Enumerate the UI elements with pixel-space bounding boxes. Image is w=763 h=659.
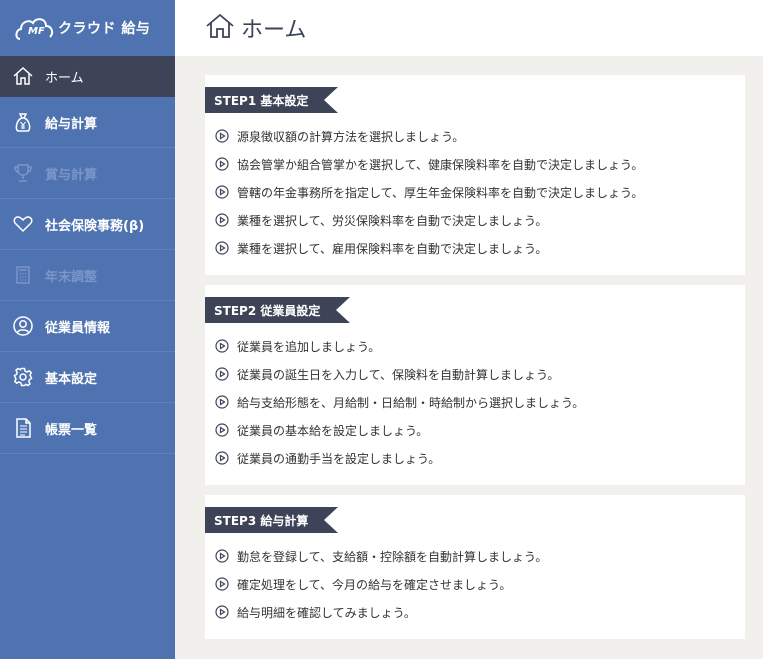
cloud-icon: MF [14,13,56,43]
play-circle-icon [215,213,229,227]
gear-icon [12,366,34,388]
play-circle-icon [215,605,229,619]
sidebar-item-social-insurance[interactable]: 社会保険事務(β) [0,199,175,250]
app-logo[interactable]: MF クラウド 給与 [0,0,175,56]
list-item[interactable]: 業種を選択して、労災保険料率を自動で決定しましょう。 [215,206,643,234]
list-item[interactable]: 給与明細を確認してみましょう。 [215,598,547,626]
sidebar-item-payroll[interactable]: 給与計算 [0,97,175,148]
list-item[interactable]: 管轄の年金事務所を指定して、厚生年金保険料率を自動で決定しましょう。 [215,178,643,206]
step-card-3: STEP3 給与計算 勤怠を登録して、支給額・控除額を自動計算しましょう。 確定… [205,495,745,639]
list-item[interactable]: 業種を選択して、雇用保険料率を自動で決定しましょう。 [215,234,643,262]
document-icon [12,417,34,439]
calculator-icon [12,264,34,286]
sidebar: MF クラウド 給与 ホーム 給与計算 賞与計算 社会保険事務(β) 年末調整 [0,0,175,659]
play-circle-icon [215,577,229,591]
play-circle-icon [215,423,229,437]
sidebar-item-label: 従業員情報 [45,320,111,336]
sidebar-item-label: 基本設定 [45,371,98,387]
step-title: STEP2 従業員設定 [205,297,351,323]
list-item[interactable]: 源泉徴収額の計算方法を選択しましょう。 [215,122,643,150]
logo-text: クラウド 給与 [58,21,151,37]
play-circle-icon [215,339,229,353]
logo-mf: MF [28,26,45,37]
step-title: STEP1 基本設定 [205,87,339,113]
play-circle-icon [215,549,229,563]
step-card-2: STEP2 従業員設定 従業員を追加しましょう。 従業員の誕生日を入力して、保険… [205,285,745,485]
play-circle-icon [215,185,229,199]
sidebar-item-label: 年末調整 [45,269,98,285]
heart-icon [12,213,34,235]
main-content: STEP1 基本設定 源泉徴収額の計算方法を選択しましょう。 協会管掌か組合管掌… [175,56,763,659]
person-icon [12,315,34,337]
list-item[interactable]: 給与支給形態を、月給制・日給制・時給制から選択しましょう。 [215,388,584,416]
sidebar-item-home[interactable]: ホーム [0,56,175,97]
play-circle-icon [215,241,229,255]
play-circle-icon [215,129,229,143]
list-item[interactable]: 協会管掌か組合管掌かを選択して、健康保険料率を自動で決定しましょう。 [215,150,643,178]
list-item[interactable]: 勤怠を登録して、支給額・控除額を自動計算しましょう。 [215,542,547,570]
sidebar-item-year-end[interactable]: 年末調整 [0,250,175,301]
sidebar-item-label: ホーム [45,70,84,86]
home-icon [205,12,235,44]
step-list: 源泉徴収額の計算方法を選択しましょう。 協会管掌か組合管掌かを選択して、健康保険… [215,122,643,262]
step-list: 勤怠を登録して、支給額・控除額を自動計算しましょう。 確定処理をして、今月の給与… [215,542,547,626]
sidebar-item-label: 給与計算 [45,116,98,132]
list-item[interactable]: 従業員の基本給を設定しましょう。 [215,416,584,444]
play-circle-icon [215,451,229,465]
money-bag-icon [12,111,34,133]
sidebar-item-label: 社会保険事務(β) [45,218,145,234]
play-circle-icon [215,157,229,171]
sidebar-item-employees[interactable]: 従業員情報 [0,301,175,352]
list-item[interactable]: 従業員の通勤手当を設定しましょう。 [215,444,584,472]
step-card-1: STEP1 基本設定 源泉徴収額の計算方法を選択しましょう。 協会管掌か組合管掌… [205,75,745,275]
list-item[interactable]: 確定処理をして、今月の給与を確定させましょう。 [215,570,547,598]
list-item[interactable]: 従業員を追加しましょう。 [215,332,584,360]
list-item[interactable]: 従業員の誕生日を入力して、保険料を自動計算しましょう。 [215,360,584,388]
play-circle-icon [215,395,229,409]
step-list: 従業員を追加しましょう。 従業員の誕生日を入力して、保険料を自動計算しましょう。… [215,332,584,472]
home-icon [12,65,34,87]
step-title: STEP3 給与計算 [205,507,339,533]
trophy-icon [12,162,34,184]
sidebar-item-reports[interactable]: 帳票一覧 [0,403,175,454]
play-circle-icon [215,367,229,381]
sidebar-item-bonus[interactable]: 賞与計算 [0,148,175,199]
page-title: ホーム [241,18,307,43]
page-header: ホーム [175,0,763,56]
sidebar-item-label: 賞与計算 [45,167,98,183]
sidebar-item-label: 帳票一覧 [45,422,98,438]
sidebar-item-settings[interactable]: 基本設定 [0,352,175,403]
